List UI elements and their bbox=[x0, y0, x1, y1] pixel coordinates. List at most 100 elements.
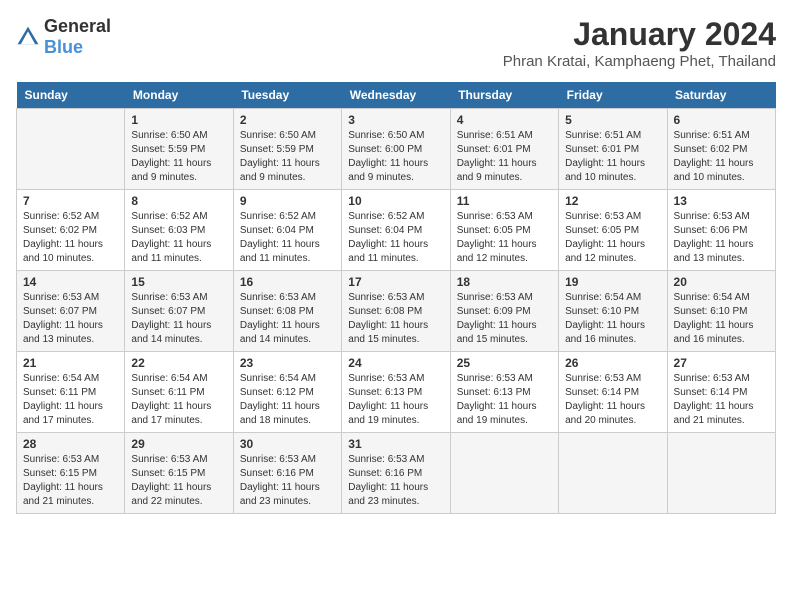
day-number: 4 bbox=[457, 113, 552, 127]
day-cell: 23 Sunrise: 6:54 AMSunset: 6:12 PMDayligh… bbox=[233, 352, 341, 433]
logo: General Blue bbox=[16, 16, 111, 58]
day-detail: Sunrise: 6:54 AMSunset: 6:11 PMDaylight:… bbox=[23, 372, 118, 428]
day-number: 25 bbox=[457, 356, 552, 370]
day-number: 9 bbox=[240, 194, 335, 208]
day-cell: 19 Sunrise: 6:54 AMSunset: 6:10 PMDayligh… bbox=[559, 271, 667, 352]
day-detail: Sunrise: 6:51 AMSunset: 6:01 PMDaylight:… bbox=[565, 129, 660, 185]
day-detail: Sunrise: 6:53 AMSunset: 6:05 PMDaylight:… bbox=[565, 210, 660, 266]
day-detail: Sunrise: 6:54 AMSunset: 6:12 PMDaylight:… bbox=[240, 372, 335, 428]
day-cell: 10 Sunrise: 6:52 AMSunset: 6:04 PMDayligh… bbox=[342, 190, 450, 271]
day-cell: 3Sunrise: 6:50 AMSunset: 6:00 PMDaylight… bbox=[342, 109, 450, 190]
col-header-saturday: Saturday bbox=[667, 82, 775, 109]
day-detail: Sunrise: 6:53 AMSunset: 6:07 PMDaylight:… bbox=[23, 291, 118, 347]
week-row-2: 7 Sunrise: 6:52 AMSunset: 6:02 PMDaylight… bbox=[17, 190, 776, 271]
day-number: 15 bbox=[131, 275, 226, 289]
col-header-sunday: Sunday bbox=[17, 82, 125, 109]
calendar-table: SundayMondayTuesdayWednesdayThursdayFrid… bbox=[16, 82, 776, 514]
day-cell: 1Sunrise: 6:50 AMSunset: 5:59 PMDaylight… bbox=[125, 109, 233, 190]
day-detail: Sunrise: 6:54 AMSunset: 6:11 PMDaylight:… bbox=[131, 372, 226, 428]
day-cell: 9 Sunrise: 6:52 AMSunset: 6:04 PMDaylight… bbox=[233, 190, 341, 271]
header-row: SundayMondayTuesdayWednesdayThursdayFrid… bbox=[17, 82, 776, 109]
day-cell: 17 Sunrise: 6:53 AMSunset: 6:08 PMDayligh… bbox=[342, 271, 450, 352]
day-number: 3 bbox=[348, 113, 443, 127]
col-header-tuesday: Tuesday bbox=[233, 82, 341, 109]
day-cell: 25 Sunrise: 6:53 AMSunset: 6:13 PMDayligh… bbox=[450, 352, 558, 433]
day-detail: Sunrise: 6:53 AMSunset: 6:16 PMDaylight:… bbox=[240, 453, 335, 509]
day-detail: Sunrise: 6:53 AMSunset: 6:15 PMDaylight:… bbox=[131, 453, 226, 509]
day-detail: Sunrise: 6:52 AMSunset: 6:03 PMDaylight:… bbox=[131, 210, 226, 266]
day-detail: Sunrise: 6:53 AMSunset: 6:08 PMDaylight:… bbox=[240, 291, 335, 347]
day-number: 11 bbox=[457, 194, 552, 208]
day-detail: Sunrise: 6:51 AMSunset: 6:02 PMDaylight:… bbox=[674, 129, 769, 185]
day-detail: Sunrise: 6:53 AMSunset: 6:14 PMDaylight:… bbox=[674, 372, 769, 428]
day-number: 23 bbox=[240, 356, 335, 370]
day-cell bbox=[17, 109, 125, 190]
week-row-5: 28 Sunrise: 6:53 AMSunset: 6:15 PMDayligh… bbox=[17, 433, 776, 514]
day-cell: 6Sunrise: 6:51 AMSunset: 6:02 PMDaylight… bbox=[667, 109, 775, 190]
day-cell: 26Sunrise: 6:53 AMSunset: 6:14 PMDayligh… bbox=[559, 352, 667, 433]
day-detail: Sunrise: 6:54 AMSunset: 6:10 PMDaylight:… bbox=[565, 291, 660, 347]
day-cell: 2Sunrise: 6:50 AMSunset: 5:59 PMDaylight… bbox=[233, 109, 341, 190]
day-cell: 11 Sunrise: 6:53 AMSunset: 6:05 PMDayligh… bbox=[450, 190, 558, 271]
day-number: 18 bbox=[457, 275, 552, 289]
day-number: 17 bbox=[348, 275, 443, 289]
day-number: 31 bbox=[348, 437, 443, 451]
logo-general: General bbox=[44, 16, 111, 36]
title-block: January 2024 Phran Kratai, Kamphaeng Phe… bbox=[503, 16, 776, 70]
day-cell: 31 Sunrise: 6:53 AMSunset: 6:16 PMDayligh… bbox=[342, 433, 450, 514]
day-detail: Sunrise: 6:50 AMSunset: 5:59 PMDaylight:… bbox=[240, 129, 335, 185]
day-cell: 28 Sunrise: 6:53 AMSunset: 6:15 PMDayligh… bbox=[17, 433, 125, 514]
day-number: 22 bbox=[131, 356, 226, 370]
day-cell: 30 Sunrise: 6:53 AMSunset: 6:16 PMDayligh… bbox=[233, 433, 341, 514]
day-cell: 4 Sunrise: 6:51 AMSunset: 6:01 PMDaylight… bbox=[450, 109, 558, 190]
month-title: January 2024 bbox=[503, 16, 776, 53]
logo-icon bbox=[16, 25, 40, 49]
day-detail: Sunrise: 6:53 AMSunset: 6:15 PMDaylight:… bbox=[23, 453, 118, 509]
day-cell bbox=[667, 433, 775, 514]
day-number: 13 bbox=[674, 194, 769, 208]
day-cell: 5 Sunrise: 6:51 AMSunset: 6:01 PMDaylight… bbox=[559, 109, 667, 190]
day-cell: 12 Sunrise: 6:53 AMSunset: 6:05 PMDayligh… bbox=[559, 190, 667, 271]
day-detail: Sunrise: 6:51 AMSunset: 6:01 PMDaylight:… bbox=[457, 129, 552, 185]
day-detail: Sunrise: 6:52 AMSunset: 6:04 PMDaylight:… bbox=[240, 210, 335, 266]
day-cell: 29Sunrise: 6:53 AMSunset: 6:15 PMDayligh… bbox=[125, 433, 233, 514]
col-header-wednesday: Wednesday bbox=[342, 82, 450, 109]
day-cell: 24 Sunrise: 6:53 AMSunset: 6:13 PMDayligh… bbox=[342, 352, 450, 433]
day-detail: Sunrise: 6:53 AMSunset: 6:13 PMDaylight:… bbox=[348, 372, 443, 428]
col-header-friday: Friday bbox=[559, 82, 667, 109]
day-number: 16 bbox=[240, 275, 335, 289]
day-number: 20 bbox=[674, 275, 769, 289]
day-detail: Sunrise: 6:53 AMSunset: 6:08 PMDaylight:… bbox=[348, 291, 443, 347]
day-cell: 8 Sunrise: 6:52 AMSunset: 6:03 PMDaylight… bbox=[125, 190, 233, 271]
day-number: 26 bbox=[565, 356, 660, 370]
day-detail: Sunrise: 6:54 AMSunset: 6:10 PMDaylight:… bbox=[674, 291, 769, 347]
day-cell: 22 Sunrise: 6:54 AMSunset: 6:11 PMDayligh… bbox=[125, 352, 233, 433]
day-cell: 16 Sunrise: 6:53 AMSunset: 6:08 PMDayligh… bbox=[233, 271, 341, 352]
day-number: 14 bbox=[23, 275, 118, 289]
location-title: Phran Kratai, Kamphaeng Phet, Thailand bbox=[503, 53, 776, 70]
day-cell: 7 Sunrise: 6:52 AMSunset: 6:02 PMDaylight… bbox=[17, 190, 125, 271]
day-detail: Sunrise: 6:52 AMSunset: 6:04 PMDaylight:… bbox=[348, 210, 443, 266]
logo-text: General Blue bbox=[44, 16, 111, 58]
day-number: 8 bbox=[131, 194, 226, 208]
day-detail: Sunrise: 6:52 AMSunset: 6:02 PMDaylight:… bbox=[23, 210, 118, 266]
day-detail: Sunrise: 6:53 AMSunset: 6:05 PMDaylight:… bbox=[457, 210, 552, 266]
day-detail: Sunrise: 6:53 AMSunset: 6:06 PMDaylight:… bbox=[674, 210, 769, 266]
day-detail: Sunrise: 6:53 AMSunset: 6:13 PMDaylight:… bbox=[457, 372, 552, 428]
day-cell: 20 Sunrise: 6:54 AMSunset: 6:10 PMDayligh… bbox=[667, 271, 775, 352]
week-row-3: 14 Sunrise: 6:53 AMSunset: 6:07 PMDayligh… bbox=[17, 271, 776, 352]
day-number: 24 bbox=[348, 356, 443, 370]
day-number: 10 bbox=[348, 194, 443, 208]
day-number: 12 bbox=[565, 194, 660, 208]
col-header-monday: Monday bbox=[125, 82, 233, 109]
day-detail: Sunrise: 6:53 AMSunset: 6:07 PMDaylight:… bbox=[131, 291, 226, 347]
page-header: General Blue January 2024 Phran Kratai, … bbox=[16, 16, 776, 70]
day-number: 7 bbox=[23, 194, 118, 208]
day-detail: Sunrise: 6:53 AMSunset: 6:16 PMDaylight:… bbox=[348, 453, 443, 509]
day-number: 5 bbox=[565, 113, 660, 127]
day-number: 30 bbox=[240, 437, 335, 451]
day-number: 28 bbox=[23, 437, 118, 451]
week-row-1: 1Sunrise: 6:50 AMSunset: 5:59 PMDaylight… bbox=[17, 109, 776, 190]
day-detail: Sunrise: 6:50 AMSunset: 5:59 PMDaylight:… bbox=[131, 129, 226, 185]
day-number: 19 bbox=[565, 275, 660, 289]
